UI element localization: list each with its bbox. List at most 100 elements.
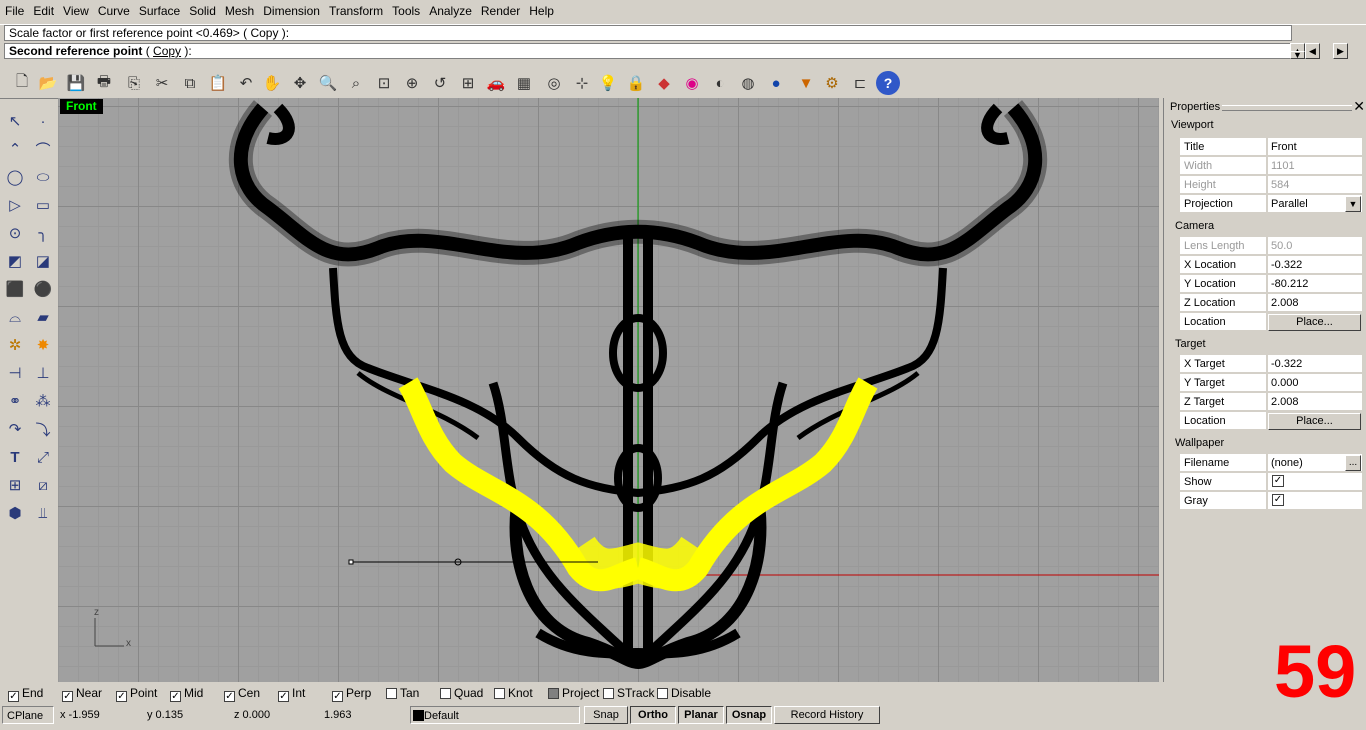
command-prompt[interactable]: Second reference point ( Copy ): xyxy=(4,43,1292,59)
menu-tools[interactable]: Tools xyxy=(387,0,424,20)
paste-icon[interactable]: 📋 xyxy=(206,71,230,95)
osnap-button[interactable]: Osnap xyxy=(726,706,772,724)
prop-value[interactable]: -0.322 xyxy=(1268,355,1362,373)
osnap-mid[interactable]: ✓ Mid xyxy=(170,685,203,702)
new-file-icon[interactable]: 🗋 xyxy=(10,71,34,95)
print-icon[interactable]: 🖶 xyxy=(92,71,116,95)
polyline-icon[interactable]: ⌃ xyxy=(2,136,28,162)
osnap-checkbox[interactable]: ✓ xyxy=(332,691,343,702)
prop-value[interactable]: 2.008 xyxy=(1268,393,1362,411)
osnap-perp[interactable]: ✓ Perp xyxy=(332,685,371,702)
menu-analyze[interactable]: Analyze xyxy=(424,0,476,20)
polygon-icon[interactable]: ▷ xyxy=(2,192,28,218)
copy-option[interactable]: Copy xyxy=(153,44,181,58)
transform-icon[interactable]: ✲ xyxy=(2,332,28,358)
viewport-title[interactable]: Front xyxy=(60,99,103,114)
ghosted-sphere-icon[interactable]: ◍ xyxy=(736,71,760,95)
osnap-tan[interactable]: Tan xyxy=(386,685,419,701)
zoom-icon[interactable]: 🔍 xyxy=(316,71,340,95)
menu-view[interactable]: View xyxy=(58,0,93,20)
prop-value[interactable]: 0.000 xyxy=(1268,374,1362,392)
four-viewports-icon[interactable]: ⊞ xyxy=(456,71,480,95)
surface-icon[interactable]: ◩ xyxy=(2,248,28,274)
osnap-checkbox[interactable]: ✓ xyxy=(8,691,19,702)
boolean-split-icon[interactable]: ⁂ xyxy=(30,388,56,414)
osnap-checkbox[interactable] xyxy=(548,688,559,699)
menu-render[interactable]: Render xyxy=(476,0,524,20)
menu-edit[interactable]: Edit xyxy=(28,0,58,20)
fillet-icon[interactable]: ╮ xyxy=(30,220,56,246)
menu-solid[interactable]: Solid xyxy=(184,0,220,20)
open-folder-icon[interactable]: 📂 xyxy=(36,71,60,95)
mirror-icon[interactable]: ⧄ xyxy=(30,472,56,498)
prop-value[interactable]: Front xyxy=(1268,138,1362,156)
menu-surface[interactable]: Surface xyxy=(134,0,184,20)
scroll-down-icon[interactable]: ▼ xyxy=(1290,51,1305,60)
osnap-icon[interactable]: ⊹ xyxy=(570,71,594,95)
undo-icon[interactable]: ↶ xyxy=(234,71,258,95)
osnap-checkbox[interactable] xyxy=(386,688,397,699)
close-icon[interactable]: ✕ xyxy=(1353,98,1365,115)
menu-mesh[interactable]: Mesh xyxy=(220,0,258,20)
snap-button[interactable]: Snap xyxy=(584,706,628,724)
projection-dropdown-icon[interactable]: ▼ xyxy=(1345,196,1361,212)
dimension-icon[interactable]: ⫫ xyxy=(30,500,56,526)
lock-icon[interactable]: 🔒 xyxy=(624,71,648,95)
boolean-union-icon[interactable]: ⚭ xyxy=(2,388,28,414)
light-bulb-icon[interactable]: 💡 xyxy=(596,71,620,95)
osnap-near[interactable]: ✓ Near xyxy=(62,685,102,702)
checkbox-show[interactable]: ✓ xyxy=(1272,475,1284,487)
osnap-quad[interactable]: Quad xyxy=(440,685,483,701)
osnap-knot[interactable]: Knot xyxy=(494,685,533,701)
cplane-indicator[interactable]: CPlane xyxy=(2,706,54,724)
menu-file[interactable]: File xyxy=(0,0,28,20)
layer-selector[interactable]: Default xyxy=(410,706,580,724)
rotate-view-icon[interactable]: ✥ xyxy=(288,71,312,95)
panel-grip[interactable] xyxy=(1222,105,1352,111)
render-icon[interactable]: ▼ xyxy=(794,71,818,95)
osnap-checkbox[interactable]: ✓ xyxy=(278,691,289,702)
osnap-checkbox[interactable]: ✓ xyxy=(62,691,73,702)
prop-value[interactable]: -0.322 xyxy=(1268,256,1362,274)
osnap-checkbox[interactable]: ✓ xyxy=(224,691,235,702)
import-icon[interactable]: ⎘ xyxy=(122,71,146,95)
ellipse-icon[interactable]: ⬭ xyxy=(30,164,56,190)
scale-icon[interactable]: ⤢ xyxy=(30,444,56,470)
osnap-disable[interactable]: Disable xyxy=(657,685,711,701)
array-icon[interactable]: ⊞ xyxy=(2,472,28,498)
osnap-checkbox[interactable] xyxy=(494,688,505,699)
menu-transform[interactable]: Transform xyxy=(324,0,387,20)
pan-hand-icon[interactable]: ✋ xyxy=(260,71,284,95)
box-solid-icon[interactable]: ⬛ xyxy=(2,276,28,302)
offset-curve-icon[interactable]: ↷ xyxy=(2,416,28,442)
prop-value[interactable]: 2.008 xyxy=(1268,294,1362,312)
planar-button[interactable]: Planar xyxy=(678,706,724,724)
arc-icon[interactable]: ⊙ xyxy=(2,220,28,246)
osnap-end[interactable]: ✓ End xyxy=(8,685,43,702)
osnap-point[interactable]: ✓ Point xyxy=(116,685,157,702)
snap-point-icon[interactable]: ◎ xyxy=(542,71,566,95)
osnap-checkbox[interactable]: ✓ xyxy=(170,691,181,702)
mesh-icon[interactable]: ▰ xyxy=(30,304,56,330)
osnap-cen[interactable]: ✓ Cen xyxy=(224,685,260,702)
menu-help[interactable]: Help xyxy=(524,0,558,20)
browse-button[interactable]: ... xyxy=(1345,455,1361,471)
place-button[interactable]: Place... xyxy=(1268,314,1361,331)
save-icon[interactable]: 💾 xyxy=(64,71,88,95)
front-viewport[interactable]: Front z x xyxy=(58,98,1159,682)
layers-icon[interactable]: ◆ xyxy=(652,71,676,95)
circle-icon[interactable]: ◯ xyxy=(2,164,28,190)
blend-curve-icon[interactable]: ⤵ xyxy=(30,416,56,442)
extrude-surface-icon[interactable]: ◪ xyxy=(30,248,56,274)
osnap-strack[interactable]: STrack xyxy=(603,685,655,701)
cylinder-icon[interactable]: ⌓ xyxy=(2,304,28,330)
osnap-checkbox[interactable] xyxy=(603,688,614,699)
menu-dimension[interactable]: Dimension xyxy=(258,0,324,20)
car-icon[interactable]: 🚗 xyxy=(484,71,508,95)
curve-icon[interactable]: ⌒ xyxy=(30,136,56,162)
cut-icon[interactable]: ✂ xyxy=(150,71,174,95)
osnap-project[interactable]: Project xyxy=(548,685,599,701)
shaded-sphere-icon[interactable]: ● xyxy=(764,71,788,95)
help-icon[interactable]: ? xyxy=(876,71,900,95)
text-icon[interactable]: T xyxy=(2,444,28,470)
